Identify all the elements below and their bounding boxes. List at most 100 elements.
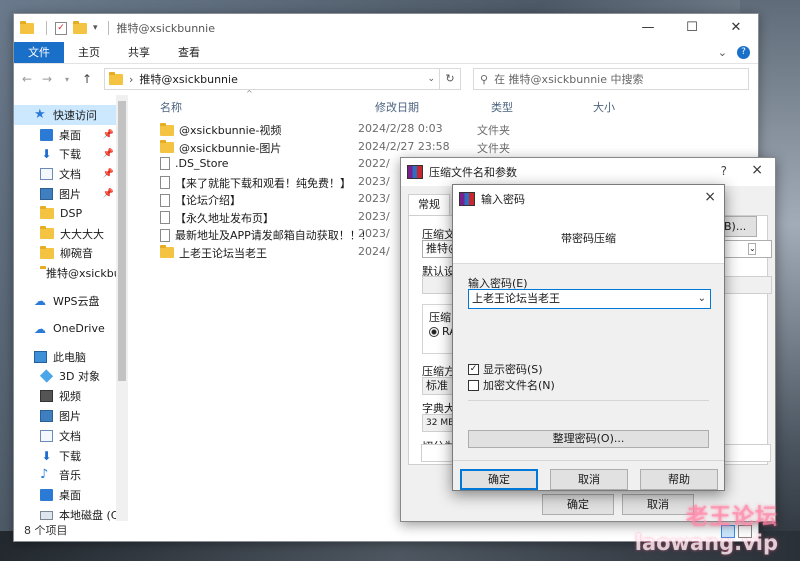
nav-dsp[interactable]: DSP [14, 204, 116, 224]
nav-pc-documents[interactable]: 文档 [14, 426, 116, 446]
refresh-button[interactable]: ↻ [439, 68, 461, 90]
close-button[interactable]: × [751, 162, 763, 178]
help-icon[interactable]: ? [721, 164, 727, 178]
nav-this-pc[interactable]: 此电脑 [14, 347, 116, 367]
ribbon-right: ⌄ ? [718, 42, 758, 63]
tab-share[interactable]: 共享 [114, 42, 164, 63]
show-password-label: 显示密码(S) [483, 363, 543, 376]
password-input[interactable]: 上老王论坛当老王 ⌄ [468, 289, 711, 309]
nav-scrollbar[interactable] [116, 95, 128, 521]
file-name: .DS_Store [175, 157, 229, 170]
download-icon: ⬇ [41, 147, 52, 162]
col-date[interactable]: 修改日期 [375, 99, 419, 115]
archive-ok-button[interactable]: 确定 [542, 494, 614, 515]
nav-pc-downloads[interactable]: ⬇ 下载 [14, 446, 116, 466]
nav-pc-pictures[interactable]: 图片 [14, 406, 116, 426]
col-size[interactable]: 大小 [593, 99, 615, 115]
password-cancel-button[interactable]: 取消 [550, 469, 628, 490]
recent-dropdown-icon[interactable]: ▾ [60, 75, 74, 84]
divider [468, 400, 709, 401]
tab-general[interactable]: 常规 [408, 194, 450, 216]
file-name: 【来了就能下载和观看！纯免费！】 [175, 176, 351, 190]
archive-dialog-title: 压缩文件名和参数 [429, 166, 517, 179]
nav-wps[interactable]: ☁ WPS云盘 [14, 291, 116, 311]
nav-onedrive[interactable]: ☁ OneDrive [14, 319, 116, 339]
breadcrumb-chevron-icon: › [129, 72, 134, 86]
nav-label: DSP [60, 207, 83, 221]
folder-icon [109, 71, 123, 85]
scrollbar-thumb[interactable] [118, 101, 126, 381]
file-row[interactable]: @xsickbunnie-图片 2024/2/27 23:58 文件夹 [136, 138, 758, 156]
nav-videos[interactable]: 视频 [14, 386, 116, 406]
nav-music[interactable]: ♪ 音乐 [14, 466, 116, 486]
navigation-pane: ★ 快速访问 桌面 📌 ⬇ 下载 📌 文档 📌 图片 📌 DSP 大大大大 柳碗音 推特@x… [14, 95, 128, 522]
password-dialog-title: 输入密码 [481, 193, 525, 206]
tab-file[interactable]: 文件 [14, 42, 64, 63]
show-password-checkbox[interactable]: ✓ 显示密码(S) [468, 361, 543, 377]
file-icon [160, 157, 170, 170]
radio-icon [429, 327, 439, 337]
wps-cloud-icon: ☁ [34, 294, 46, 309]
nav-pictures[interactable]: 图片 📌 [14, 184, 116, 204]
nav-pc-desktop[interactable]: 桌面 [14, 485, 116, 505]
expand-ribbon-icon[interactable]: ⌄ [718, 46, 727, 59]
tab-view[interactable]: 查看 [164, 42, 214, 63]
nav-folder-4[interactable]: 推特@xsickbunnie [14, 263, 116, 283]
cube-icon [39, 369, 54, 384]
up-button[interactable]: ↑ [80, 72, 94, 86]
download-icon: ⬇ [41, 448, 52, 463]
watermark: 老王论坛 laowang.vip [635, 499, 778, 555]
customize-qa-icon[interactable]: ▾ [93, 23, 98, 33]
tab-home[interactable]: 主页 [64, 42, 114, 63]
nav-label: 快速访问 [53, 108, 97, 122]
nav-label: 下载 [59, 148, 81, 162]
search-input[interactable]: ⚲ 在 推特@xsickbunnie 中搜索 [473, 68, 749, 90]
password-dialog: 输入密码 × 带密码压缩 输入密码(E) 上老王论坛当老王 ⌄ ✓ 显示密码(S… [452, 184, 725, 491]
col-name[interactable]: 名称 [160, 99, 182, 115]
nav-quick-access[interactable]: ★ 快速访问 [14, 105, 116, 125]
separator [107, 21, 109, 35]
address-path[interactable]: 推特@xsickbunnie [139, 71, 421, 87]
name-dropdown-icon[interactable]: ⌄ [748, 243, 756, 255]
encrypt-names-checkbox[interactable]: 加密文件名(N) [468, 377, 555, 393]
password-ok-button[interactable]: 确定 [460, 469, 538, 490]
file-row[interactable]: @xsickbunnie-视频 2024/2/28 0:03 文件夹 [136, 120, 758, 138]
nav-downloads[interactable]: ⬇ 下载 📌 [14, 145, 116, 165]
close-button[interactable]: ✕ [714, 14, 758, 42]
nav-folder-2[interactable]: 大大大大 [14, 224, 116, 244]
chevron-down-icon[interactable]: ⌄ [698, 290, 706, 308]
col-type[interactable]: 类型 [491, 99, 513, 115]
nav-folder-3[interactable]: 柳碗音 [14, 244, 116, 264]
desktop-icon [40, 128, 53, 141]
file-date: 2023/ [358, 227, 390, 240]
properties-icon[interactable]: ✓ [55, 21, 67, 35]
organize-passwords-button[interactable]: 整理密码(O)... [468, 430, 709, 448]
back-button[interactable]: ← [20, 72, 34, 86]
minimize-button[interactable]: — [626, 14, 670, 42]
new-folder-icon[interactable] [73, 20, 87, 34]
forward-button[interactable]: → [40, 72, 54, 86]
folder-icon [20, 20, 34, 34]
file-date: 2024/2/28 0:03 [358, 122, 443, 135]
password-help-button[interactable]: 帮助 [640, 469, 718, 490]
pin-icon: 📌 [102, 169, 114, 180]
explorer-titlebar: ✓ ▾ 推特@xsickbunnie — ☐ ✕ [14, 14, 758, 42]
nav-desktop[interactable]: 桌面 📌 [14, 125, 116, 145]
nav-documents[interactable]: 文档 📌 [14, 164, 116, 184]
nav-label: 柳碗音 [60, 247, 93, 261]
nav-3d-objects[interactable]: 3D 对象 [14, 367, 116, 387]
file-name: 最新地址及APP请发邮箱自动获取！！！ [175, 229, 372, 242]
help-icon[interactable]: ? [737, 46, 750, 59]
nav-label: 桌面 [59, 489, 81, 503]
search-icon: ⚲ [480, 72, 489, 86]
folder-icon [160, 140, 174, 153]
maximize-button[interactable]: ☐ [670, 14, 714, 42]
sort-caret-icon: ^ [246, 89, 253, 98]
address-bar[interactable]: › 推特@xsickbunnie ⌄ [104, 68, 440, 90]
close-button[interactable]: × [704, 189, 716, 205]
password-dialog-titlebar: 输入密码 × [453, 185, 724, 213]
folder-icon [40, 245, 54, 259]
file-date: 2023/ [358, 174, 390, 188]
address-dropdown-icon[interactable]: ⌄ [427, 74, 435, 84]
folder-icon [40, 206, 54, 220]
